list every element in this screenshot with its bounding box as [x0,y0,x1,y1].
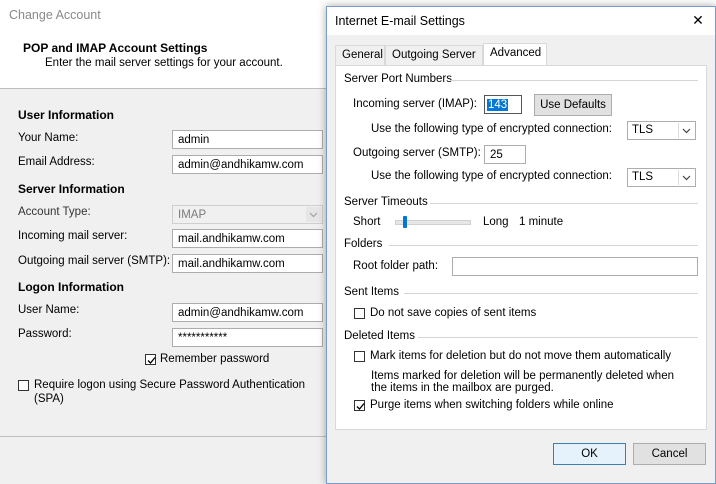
outgoing-encryption-select[interactable]: TLS [627,168,696,187]
chevron-down-icon [678,170,694,185]
divider [404,293,698,294]
root-folder-label: Root folder path: [353,260,439,272]
no-save-sent-label: Do not save copies of sent items [370,307,537,319]
remember-password-label: Remember password [160,353,270,365]
logon-info-heading: Logon Information [18,280,124,294]
footer-divider [0,436,330,437]
folders-heading: Folders [344,238,383,250]
user-info-heading: User Information [18,108,115,122]
dialog-title: Internet E-mail Settings [335,14,465,28]
timeout-slider-thumb[interactable] [403,216,407,228]
incoming-encryption-value: TLS [632,124,654,136]
password-field[interactable]: *********** [172,328,323,347]
advanced-tab-panel: Server Port Numbers Incoming server (IMA… [335,65,707,430]
checkmark-icon [147,357,156,364]
outgoing-server-field[interactable]: mail.andhikamw.com [172,254,323,273]
cancel-button[interactable]: Cancel [633,443,706,465]
outgoing-port-label: Outgoing server (SMTP): [353,147,481,159]
chevron-down-icon [678,123,694,138]
email-label: Email Address: [18,156,95,168]
purge-items-label: Purge items when switching folders while… [370,399,614,411]
spa-checkbox[interactable] [18,380,29,391]
timeout-long-label: Long [483,216,509,228]
root-folder-field[interactable] [452,257,698,276]
account-type-label: Account Type: [18,206,91,218]
divider [430,203,698,204]
timeout-short-label: Short [353,216,381,228]
ok-button[interactable]: OK [553,443,626,465]
username-label: User Name: [18,304,80,316]
outgoing-enc-label: Use the following type of encrypted conn… [371,170,613,182]
account-type-select: IMAP [172,205,323,224]
your-name-label: Your Name: [18,132,79,144]
incoming-encryption-select[interactable]: TLS [627,121,696,140]
chevron-down-icon [306,207,321,222]
dialog-title-bar: Internet E-mail Settings ✕ [327,7,715,35]
server-timeouts-heading: Server Timeouts [344,196,428,208]
mark-deletion-checkbox[interactable] [354,351,365,362]
tab-advanced[interactable]: Advanced [483,43,547,66]
tab-general[interactable]: General [335,45,385,65]
server-ports-heading: Server Port Numbers [344,73,453,85]
spa-label: Require logon using Secure Password Auth… [34,379,306,391]
incoming-port-field[interactable]: 143 [484,95,522,114]
username-field[interactable]: admin@andhikamw.com [172,303,323,322]
outgoing-encryption-value: TLS [632,171,654,183]
purge-items-checkbox[interactable] [354,400,365,411]
timeout-value: 1 minute [519,216,564,228]
no-save-sent-checkbox[interactable] [354,308,365,319]
server-info-heading: Server Information [18,182,125,196]
window-title: Change Account [9,8,101,22]
spa-label-line2: (SPA) [34,393,64,405]
incoming-server-field[interactable]: mail.andhikamw.com [172,229,323,248]
email-field[interactable]: admin@andhikamw.com [172,155,323,174]
remember-password-checkbox[interactable] [145,354,156,365]
divider [450,80,698,81]
deletion-info-line1: Items marked for deletion will be perman… [371,370,674,382]
checkmark-icon [356,403,365,410]
incoming-enc-label: Use the following type of encrypted conn… [371,123,613,135]
use-defaults-button[interactable]: Use Defaults [534,94,612,116]
header-subtitle: Enter the mail server settings for your … [45,57,283,69]
incoming-port-label: Incoming server (IMAP): [353,98,477,110]
divider [418,337,698,338]
deleted-items-heading: Deleted Items [344,330,415,342]
your-name-field[interactable]: admin [172,130,323,149]
header-title: POP and IMAP Account Settings [23,41,208,55]
incoming-server-label: Incoming mail server: [18,230,128,242]
outgoing-server-label: Outgoing mail server (SMTP): [18,255,171,267]
password-label: Password: [18,328,72,340]
close-icon[interactable]: ✕ [689,12,707,29]
outgoing-port-field[interactable]: 25 [484,145,526,164]
account-type-value: IMAP [178,209,207,221]
divider [389,245,698,246]
timeout-slider-track[interactable] [395,216,471,228]
sent-items-heading: Sent Items [344,286,399,298]
incoming-port-value: 143 [487,99,509,111]
tab-outgoing-server[interactable]: Outgoing Server [385,45,483,65]
mark-deletion-label: Mark items for deletion but do not move … [370,350,672,362]
deletion-info-line2: the items in the mailbox are purged. [371,382,554,394]
internet-email-settings-dialog: Internet E-mail Settings ✕ General Outgo… [326,6,716,484]
